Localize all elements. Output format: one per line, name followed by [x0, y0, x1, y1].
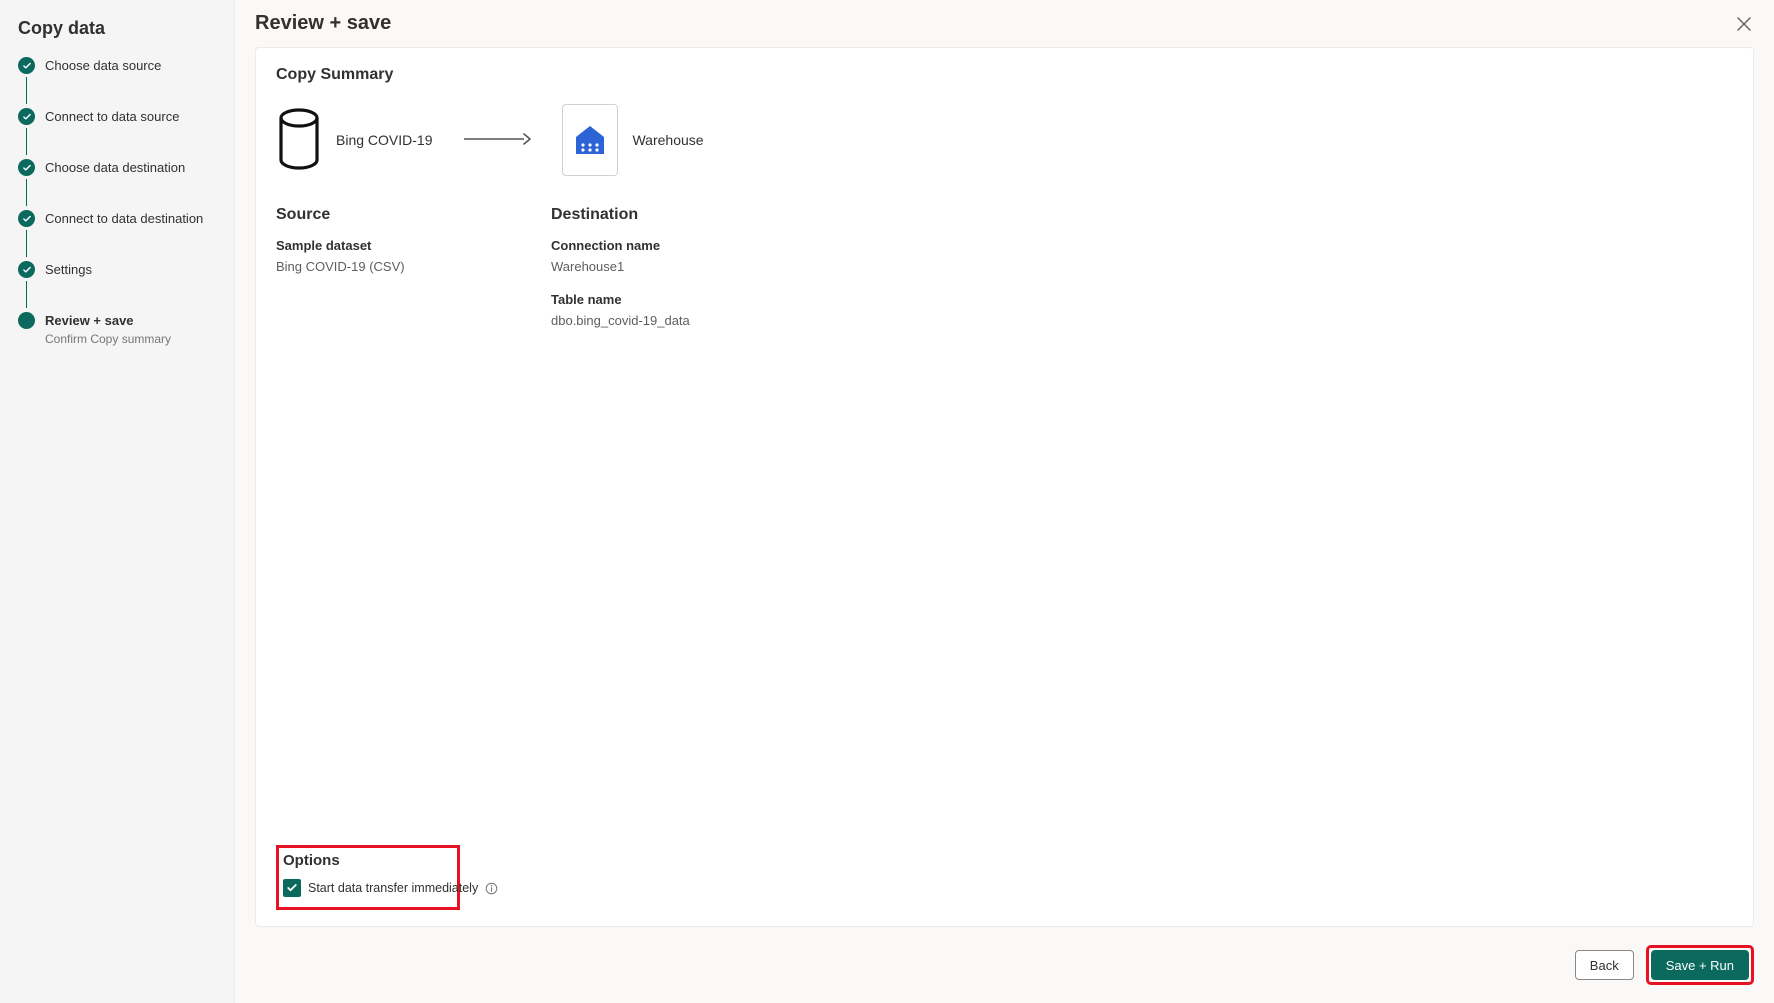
source-node-label: Bing COVID-19 — [336, 132, 432, 148]
destination-table-value: dbo.bing_covid-19_data — [551, 313, 826, 328]
database-icon — [276, 105, 322, 176]
wizard-sidebar: Copy data Choose data source Connect to … — [0, 0, 235, 1003]
step-settings[interactable]: Settings — [18, 261, 216, 312]
options-heading: Options — [283, 852, 449, 869]
step-label: Connect to data source — [45, 108, 179, 125]
options-section: Options Start data transfer immediately — [276, 845, 460, 910]
start-transfer-label: Start data transfer immediately — [308, 881, 478, 895]
step-label: Connect to data destination — [45, 210, 203, 227]
warehouse-tile — [562, 104, 618, 176]
destination-node: Warehouse — [562, 104, 703, 176]
step-choose-data-source[interactable]: Choose data source — [18, 57, 216, 108]
step-connect-to-data-destination[interactable]: Connect to data destination — [18, 210, 216, 261]
sidebar-title: Copy data — [18, 18, 216, 39]
destination-connection-label: Connection name — [551, 238, 826, 253]
page-title: Review + save — [255, 12, 391, 35]
save-run-button[interactable]: Save + Run — [1651, 950, 1749, 980]
destination-table-label: Table name — [551, 292, 826, 307]
summary-section-title: Copy Summary — [276, 66, 1733, 84]
checkmark-icon — [18, 159, 35, 176]
save-run-highlight: Save + Run — [1646, 945, 1754, 985]
step-choose-data-destination[interactable]: Choose data destination — [18, 159, 216, 210]
summary-flow-row: Bing COVID-19 — [276, 104, 1733, 176]
checkmark-icon — [18, 210, 35, 227]
destination-node-label: Warehouse — [632, 132, 703, 148]
close-icon — [1736, 16, 1752, 32]
source-field-value: Bing COVID-19 (CSV) — [276, 259, 551, 274]
destination-heading: Destination — [551, 206, 826, 224]
footer: Back Save + Run — [235, 927, 1774, 1003]
source-heading: Source — [276, 206, 551, 224]
step-sublabel: Confirm Copy summary — [45, 331, 171, 348]
details-row: Source Sample dataset Bing COVID-19 (CSV… — [276, 206, 1733, 346]
warehouse-icon — [573, 123, 607, 157]
header: Review + save — [235, 0, 1774, 47]
arrow-icon — [462, 130, 532, 151]
step-label: Choose data source — [45, 57, 161, 74]
source-field-label: Sample dataset — [276, 238, 551, 253]
current-step-icon — [18, 312, 35, 329]
summary-card: Copy Summary Bing COVID-19 — [255, 47, 1754, 927]
wizard-step-list: Choose data source Connect to data sourc… — [18, 57, 216, 348]
step-label: Choose data destination — [45, 159, 185, 176]
step-review-save[interactable]: Review + save Confirm Copy summary — [18, 312, 216, 348]
checkmark-icon — [286, 882, 298, 894]
source-details: Source Sample dataset Bing COVID-19 (CSV… — [276, 206, 551, 346]
destination-details: Destination Connection name Warehouse1 T… — [551, 206, 826, 346]
step-label: Review + save Confirm Copy summary — [45, 312, 171, 348]
step-connect-to-data-source[interactable]: Connect to data source — [18, 108, 216, 159]
source-node: Bing COVID-19 — [276, 105, 432, 176]
back-button[interactable]: Back — [1575, 950, 1634, 980]
checkmark-icon — [18, 108, 35, 125]
close-button[interactable] — [1734, 14, 1754, 34]
checkmark-icon — [18, 261, 35, 278]
info-icon[interactable] — [485, 882, 498, 895]
step-label: Settings — [45, 261, 92, 278]
main-panel: Review + save Copy Summary B — [235, 0, 1774, 1003]
start-transfer-checkbox[interactable] — [283, 879, 301, 897]
destination-connection-value: Warehouse1 — [551, 259, 826, 274]
checkmark-icon — [18, 57, 35, 74]
